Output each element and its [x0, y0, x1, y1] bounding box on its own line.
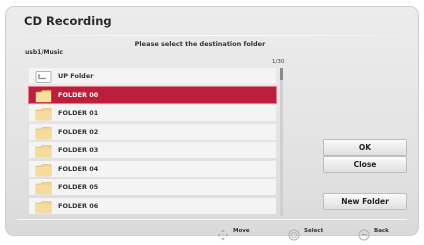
- hint-move: Move: [217, 226, 257, 241]
- folder-icon: [35, 88, 52, 102]
- list-item-label: FOLDER 00: [58, 90, 99, 99]
- folder-list: UP Folder FOLDER 00 FOLDER 01 FOLDER 02 …: [28, 68, 277, 216]
- list-item-folder-05[interactable]: FOLDER 05: [29, 179, 276, 196]
- hint-select-label: Select: [304, 228, 324, 234]
- hint-divider: [17, 219, 407, 220]
- back-icon: [358, 226, 370, 245]
- dialog-title: CD Recording: [24, 14, 112, 28]
- hint-back-label: Back: [374, 228, 389, 234]
- list-item-label: FOLDER 03: [58, 146, 99, 155]
- hint-back: Back: [358, 226, 398, 241]
- list-item-label: FOLDER 06: [58, 201, 99, 210]
- hint-move-label: Move: [233, 228, 250, 234]
- current-path: usb1/Music: [25, 49, 63, 56]
- ok-button[interactable]: OK: [323, 139, 407, 156]
- list-item-folder-06[interactable]: FOLDER 06: [29, 197, 276, 214]
- list-item-folder-04[interactable]: FOLDER 04: [29, 160, 276, 177]
- list-item-folder-02[interactable]: FOLDER 02: [29, 123, 276, 140]
- scrollbar-thumb[interactable]: [280, 68, 283, 80]
- folder-icon: [35, 143, 52, 158]
- folder-icon: [35, 125, 52, 139]
- list-item-label: UP Folder: [58, 72, 94, 80]
- cd-recording-dialog: CD Recording Please select the destinati…: [5, 6, 419, 241]
- hint-select: Select: [288, 226, 328, 241]
- folder-icon: [35, 106, 52, 121]
- list-item-label: FOLDER 02: [58, 127, 99, 136]
- new-folder-button[interactable]: New Folder: [323, 193, 407, 210]
- list-item-up-folder[interactable]: UP Folder: [29, 68, 276, 84]
- folder-icon: [35, 162, 52, 177]
- list-item-label: FOLDER 01: [58, 109, 99, 118]
- close-button[interactable]: Close: [323, 156, 407, 173]
- list-item-folder-03[interactable]: FOLDER 03: [29, 142, 276, 159]
- title-divider: [17, 35, 407, 36]
- page-indicator: 1/30: [272, 59, 285, 65]
- list-scrollbar[interactable]: [280, 68, 283, 216]
- list-item-folder-01[interactable]: FOLDER 01: [29, 105, 276, 122]
- list-item-label: FOLDER 04: [58, 164, 99, 173]
- folder-icon: [35, 199, 52, 214]
- move-arrows-icon: [217, 226, 229, 245]
- list-item-label: FOLDER 05: [58, 183, 99, 192]
- up-folder-icon: [35, 69, 52, 83]
- instruction-text: Please select the destination folder: [134, 40, 266, 48]
- enter-button-icon: [288, 226, 300, 245]
- list-item-folder-00[interactable]: FOLDER 00: [28, 85, 277, 104]
- folder-icon: [35, 180, 52, 195]
